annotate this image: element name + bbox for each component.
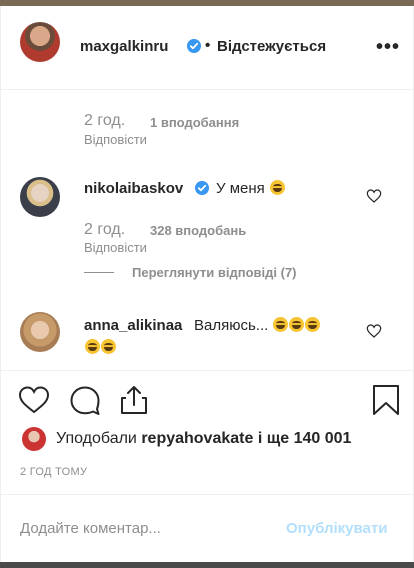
reply-button[interactable]: Відповісти xyxy=(84,240,147,255)
view-replies-button[interactable]: Переглянути відповіді (7) xyxy=(132,265,297,280)
laughing-emoji-icon xyxy=(269,180,285,195)
laughing-emoji-icon xyxy=(273,317,289,332)
comment-text: Валяюсь... xyxy=(194,317,321,334)
laughing-emoji-icon xyxy=(305,317,321,332)
comment-text-content: Валяюсь... xyxy=(194,317,269,334)
follow-status-button[interactable]: Відстежується xyxy=(217,38,326,55)
heart-icon[interactable] xyxy=(17,383,51,417)
share-icon[interactable] xyxy=(117,383,151,417)
comment-input[interactable] xyxy=(20,516,270,540)
comment-text-content: У меня xyxy=(216,180,265,197)
comment-text-continued xyxy=(84,339,116,356)
comment-time[interactable]: 2 год. xyxy=(84,112,125,130)
likes-summary: Уподобали repyahovakate і ще 140 001 xyxy=(56,430,351,448)
bookmark-icon[interactable] xyxy=(369,383,403,417)
comment-likes[interactable]: 1 вподобання xyxy=(150,115,239,130)
liker-username[interactable]: repyahovakate xyxy=(141,430,253,447)
image-edge-bottom xyxy=(0,562,414,568)
publish-button[interactable]: Опублікувати xyxy=(286,520,387,537)
post-timestamp[interactable]: 2 ГОД ТОМУ xyxy=(20,466,87,478)
header-username[interactable]: maxgalkinru xyxy=(80,38,168,55)
actions-divider xyxy=(0,370,414,371)
comment-username[interactable]: nikolaibaskov xyxy=(84,180,183,197)
comment-icon[interactable] xyxy=(68,383,102,417)
more-horizontal-icon[interactable]: ••• xyxy=(376,36,400,59)
header-separator: • xyxy=(205,37,211,54)
comment-like-heart-icon[interactable] xyxy=(366,188,382,204)
verified-badge-icon xyxy=(195,181,209,195)
comment-like-heart-icon[interactable] xyxy=(366,323,382,339)
comment-time[interactable]: 2 год. xyxy=(84,221,125,239)
comment-username[interactable]: anna_alikinaa xyxy=(84,317,182,334)
comment-box-divider xyxy=(0,494,414,495)
replies-divider xyxy=(84,272,114,273)
avatar[interactable] xyxy=(20,177,60,217)
laughing-emoji-icon xyxy=(289,317,305,332)
liker-avatar[interactable] xyxy=(22,427,46,451)
laughing-emoji-icon xyxy=(101,339,116,354)
avatar[interactable] xyxy=(20,312,60,352)
avatar[interactable] xyxy=(20,22,60,62)
comment-text: У меня xyxy=(216,180,285,197)
comment-likes[interactable]: 328 вподобань xyxy=(150,223,246,238)
likes-prefix: Уподобали xyxy=(56,430,137,447)
laughing-emoji-icon xyxy=(85,339,100,354)
likes-count-button[interactable]: і ще 140 001 xyxy=(258,430,352,447)
reply-button[interactable]: Відповісти xyxy=(84,132,147,147)
verified-badge-icon xyxy=(187,39,201,53)
